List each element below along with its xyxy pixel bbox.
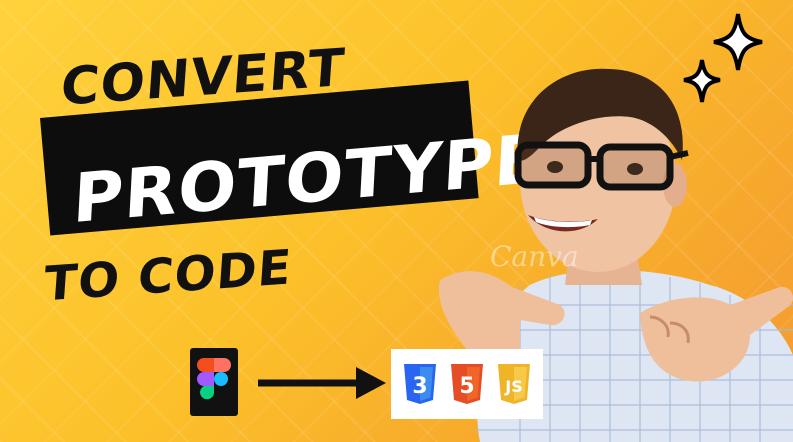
figma-logo-icon — [197, 358, 231, 400]
html5-logo-icon: 5 — [450, 364, 483, 404]
css3-logo-icon: 3 — [404, 364, 437, 404]
headline-to-code: TO CODE — [42, 239, 294, 313]
js-logo-label: JS — [504, 377, 522, 396]
thumbnail-canvas: CONVERT PROTOTYPE TO CODE Canva 3 5 JS — [0, 0, 793, 442]
js-logo-icon: JS — [497, 364, 530, 404]
css3-logo-label: 3 — [413, 374, 428, 399]
arrow-right-icon — [258, 367, 386, 399]
html5-logo-label: 5 — [459, 374, 474, 399]
figma-logo-tile — [190, 348, 238, 416]
tech-logos-panel: 3 5 JS — [391, 349, 543, 419]
canva-watermark: Canva — [490, 240, 579, 273]
